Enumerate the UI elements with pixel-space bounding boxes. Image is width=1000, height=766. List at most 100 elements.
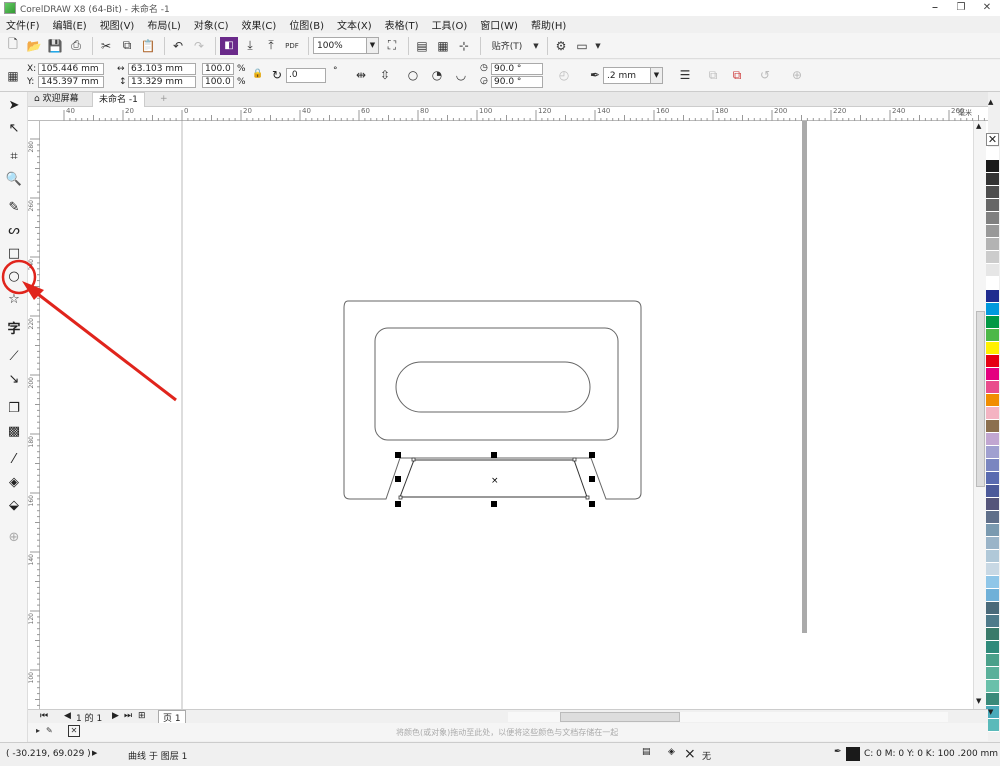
add-page-icon[interactable]: ⊞	[138, 711, 146, 721]
menu-layout[interactable]: 布局(L)	[147, 17, 180, 32]
snap-to-button[interactable]: 贴齐(T)	[485, 37, 529, 55]
zoom-tool-icon[interactable]: 🔍	[5, 170, 23, 188]
add-tab-button[interactable]: +	[154, 92, 174, 107]
scrollbar-thumb[interactable]	[976, 311, 985, 487]
horizontal-ruler[interactable]: 40 20 0 20 40 60 80 100 120 140 160 180 200 220 240 260…	[28, 107, 988, 121]
color-swatch[interactable]	[986, 186, 999, 199]
next-page-icon[interactable]: ▶	[112, 711, 119, 721]
color-swatch[interactable]	[986, 602, 999, 615]
color-swatch[interactable]	[986, 368, 999, 381]
cassette-label-frame[interactable]	[374, 327, 619, 441]
palette-menu-icon[interactable]: ▸	[36, 726, 40, 735]
last-page-icon[interactable]: ⏭	[124, 711, 132, 721]
drawing-canvas[interactable]: ×	[40, 121, 988, 709]
mirror-horizontal-icon[interactable]: ⇹	[352, 66, 370, 84]
menu-table[interactable]: 表格(T)	[385, 17, 419, 32]
undo-icon[interactable]: ↶	[169, 37, 187, 55]
menu-window[interactable]: 窗口(W)	[480, 17, 518, 32]
outline-width-select[interactable]: .2 mm ▼	[603, 67, 663, 84]
polygon-tool-icon[interactable]: ☆	[5, 290, 23, 308]
tab-document[interactable]: 未命名 -1	[92, 92, 145, 107]
color-swatch[interactable]	[986, 173, 999, 186]
wrap-text-icon[interactable]: ☰	[676, 66, 694, 84]
color-swatch[interactable]	[986, 498, 999, 511]
application-launcher-icon[interactable]: ▭	[573, 37, 591, 55]
full-screen-icon[interactable]: ⛶	[383, 37, 401, 55]
transparency-tool-icon[interactable]: ▩	[5, 422, 23, 440]
color-swatch[interactable]	[986, 680, 999, 693]
color-swatch[interactable]	[986, 238, 999, 251]
scroll-up-icon[interactable]: ▲	[976, 122, 981, 130]
rotation-field[interactable]: .0	[286, 68, 326, 83]
tab-welcome[interactable]: ⌂ 欢迎屏幕	[28, 92, 85, 107]
object-origin-icon[interactable]: ▦	[4, 67, 22, 85]
menu-effects[interactable]: 效果(C)	[242, 17, 277, 32]
color-swatch[interactable]	[986, 576, 999, 589]
open-folder-icon[interactable]: 📂	[25, 37, 43, 55]
pie-mode-icon[interactable]: ◔	[428, 66, 446, 84]
color-swatch[interactable]	[986, 316, 999, 329]
color-swatch[interactable]	[986, 667, 999, 680]
lock-ratio-icon[interactable]: 🔒	[252, 69, 263, 79]
end-angle-field[interactable]: 90.0 °	[491, 76, 543, 88]
h-scrollbar-thumb[interactable]	[560, 712, 680, 722]
add-preset-icon[interactable]: ⊕	[788, 66, 806, 84]
options-gear-icon[interactable]: ⚙	[552, 37, 570, 55]
cassette-window[interactable]	[395, 361, 591, 413]
to-front-icon[interactable]: ⧉	[704, 66, 722, 84]
color-swatch[interactable]	[986, 290, 999, 303]
chevron-down-icon[interactable]: ▼	[532, 37, 540, 55]
color-swatch[interactable]	[986, 459, 999, 472]
color-swatch[interactable]	[986, 524, 999, 537]
menu-object[interactable]: 对象(C)	[194, 17, 229, 32]
color-swatch[interactable]	[986, 589, 999, 602]
color-swatch[interactable]	[986, 407, 999, 420]
mirror-vertical-icon[interactable]: ⇳	[376, 66, 394, 84]
color-swatch[interactable]	[986, 641, 999, 654]
ellipse-mode-icon[interactable]: ○	[404, 66, 422, 84]
color-swatch[interactable]	[986, 160, 999, 173]
direction-toggle-icon[interactable]: ◴	[555, 66, 573, 84]
first-page-icon[interactable]: ⏮	[40, 711, 48, 721]
arc-mode-icon[interactable]: ◡	[452, 66, 470, 84]
chevron-down-icon[interactable]: ▼	[594, 37, 602, 55]
interactive-fill-tool-icon[interactable]: ◈	[5, 473, 23, 491]
color-swatch[interactable]	[986, 446, 999, 459]
menu-edit[interactable]: 编辑(E)	[53, 17, 87, 32]
height-field[interactable]: 13.329 mm	[128, 76, 196, 88]
scale-y-field[interactable]: 100.0	[202, 76, 234, 88]
x-position-field[interactable]: 105.446 mm	[38, 63, 104, 75]
color-swatch[interactable]	[986, 628, 999, 641]
export-icon[interactable]: ⤒	[262, 37, 280, 55]
color-swatch[interactable]	[986, 303, 999, 316]
palette-bottom-arrow[interactable]: ▼	[988, 708, 993, 716]
zoom-level-select[interactable]: 100% ▼	[313, 37, 379, 54]
color-swatch[interactable]	[986, 225, 999, 238]
y-position-field[interactable]: 145.397 mm	[38, 76, 104, 88]
show-grid-icon[interactable]: ▦	[434, 37, 452, 55]
ellipse-tool-icon[interactable]: ○	[5, 267, 23, 285]
smart-fill-tool-icon[interactable]: ⬙	[5, 496, 23, 514]
color-swatch[interactable]	[986, 277, 999, 290]
artistic-media-tool-icon[interactable]: ᔕ	[5, 221, 23, 239]
connector-tool-icon[interactable]: ↘	[5, 370, 23, 388]
horizontal-scrollbar[interactable]	[508, 712, 948, 722]
restore-button[interactable]: ❐	[948, 0, 974, 16]
shape-tool-icon[interactable]: ↖	[5, 119, 23, 137]
color-swatch[interactable]	[986, 433, 999, 446]
color-swatch[interactable]	[986, 485, 999, 498]
color-proof-icon[interactable]: ▤	[642, 747, 651, 757]
color-swatch[interactable]	[986, 537, 999, 550]
copy-icon[interactable]: ⧉	[118, 37, 136, 55]
rectangle-tool-icon[interactable]: □	[5, 244, 23, 262]
prev-page-icon[interactable]: ◀	[64, 711, 71, 721]
color-swatch[interactable]	[986, 615, 999, 628]
import-icon[interactable]: ⤓	[241, 37, 259, 55]
palette-top-arrow[interactable]: ▲	[988, 98, 993, 106]
crop-tool-icon[interactable]: ⌗	[5, 147, 23, 165]
color-swatch[interactable]	[986, 147, 999, 160]
menu-view[interactable]: 视图(V)	[100, 17, 135, 32]
menu-help[interactable]: 帮助(H)	[531, 17, 566, 32]
width-field[interactable]: 63.103 mm	[128, 63, 196, 75]
to-back-icon[interactable]: ⧉	[728, 66, 746, 84]
